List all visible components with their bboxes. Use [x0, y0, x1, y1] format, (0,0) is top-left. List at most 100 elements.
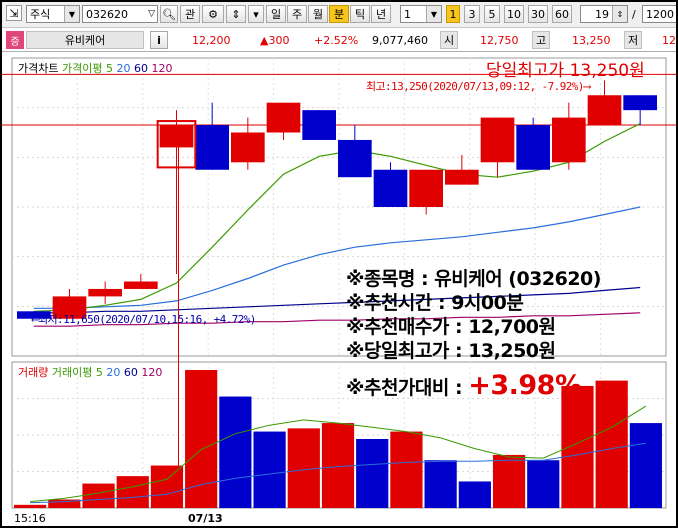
- market-value: 주식: [30, 8, 51, 21]
- volume-bar: [424, 460, 457, 508]
- candle-body: [338, 139, 372, 178]
- stock-icon[interactable]: ⇲: [6, 5, 22, 21]
- bar-count-value: 19: [595, 7, 609, 21]
- info-button[interactable]: i: [150, 31, 168, 49]
- legend-volume: 거래량: [18, 366, 49, 379]
- minute-5[interactable]: 5: [484, 5, 500, 23]
- volume-legend: 거래량 거래이평 5 20 60 120: [18, 364, 162, 380]
- overlay-return-label: ※추천가대비 :: [346, 377, 469, 399]
- legend-vma120: 120: [141, 366, 163, 379]
- chevron-down-icon[interactable]: ▼: [64, 6, 79, 22]
- overlay-stock-name: ※종목명 : 유비케어 (032620): [346, 268, 601, 290]
- stepper-button[interactable]: ⇕: [226, 5, 246, 23]
- quote-bar: 증 유비케어 i 12,200 ▲300 +2.52% 9,077,460 시 …: [2, 28, 676, 52]
- legend-ma120: 120: [151, 62, 173, 75]
- volume-bar: [253, 431, 286, 508]
- candle-body: [552, 117, 586, 163]
- tab-minute[interactable]: 분: [329, 5, 349, 23]
- low-price: 12: [662, 33, 676, 47]
- minute-3[interactable]: 3: [464, 5, 480, 23]
- info-icon: i: [157, 33, 161, 47]
- minute-1[interactable]: 1: [446, 5, 460, 23]
- chevron-down-icon[interactable]: ▼: [426, 6, 441, 22]
- candle-body: [195, 125, 229, 170]
- volume-bar: [219, 396, 252, 508]
- candle-body: [480, 117, 515, 163]
- price-legend: 가격차트 가격이평 5 20 60 120: [18, 60, 172, 76]
- low-marker: ⟵최저:11,650(2020/07/10,15:16, +4.72%): [32, 313, 256, 326]
- low-label-text: 저: [627, 34, 639, 47]
- minute-5-label: 5: [488, 7, 496, 21]
- chevron-down-icon[interactable]: ▽: [148, 9, 155, 19]
- tab-week[interactable]: 주: [287, 5, 307, 23]
- tab-week-label: 주: [291, 8, 303, 21]
- volume-bar: [116, 476, 149, 508]
- stock-name-value: 유비케어: [64, 34, 106, 47]
- price-change: ▲300: [260, 33, 290, 47]
- code-input[interactable]: 032620 ▽: [82, 5, 158, 23]
- watch-button[interactable]: 관: [180, 5, 200, 23]
- search-button[interactable]: 🔍︎: [160, 5, 178, 23]
- candle-body: [159, 125, 194, 148]
- x-label-time: 15:16: [14, 512, 46, 525]
- tab-month-label: 월: [312, 8, 324, 21]
- current-price: 12,200: [192, 33, 231, 47]
- minute-60[interactable]: 60: [552, 5, 572, 23]
- volume-bar: [561, 385, 594, 508]
- high-label: 고: [532, 31, 550, 49]
- total-value: 1200: [646, 7, 674, 21]
- watch-label: 관: [184, 8, 196, 21]
- candle-body: [587, 95, 622, 126]
- legend-ma5: 5: [105, 62, 113, 75]
- legend-price-ma: 가격이평: [61, 62, 103, 75]
- legend-volume-ma: 거래이평: [51, 366, 93, 379]
- legend-vma5: 5: [95, 366, 103, 379]
- tab-tick[interactable]: 틱: [350, 5, 370, 23]
- search-icon: 🔍︎: [162, 7, 176, 21]
- legend-ma20: 20: [116, 62, 131, 75]
- high-price: 13,250: [572, 33, 611, 47]
- market-select[interactable]: 주식 ▼: [26, 5, 80, 23]
- code-value: 032620: [86, 7, 128, 21]
- volume-bar: [82, 483, 115, 508]
- minute-10[interactable]: 10: [504, 5, 524, 23]
- overlay-recommend-time: ※추천시간 : 9시00분: [346, 292, 524, 314]
- tab-year[interactable]: 년: [371, 5, 391, 23]
- volume-bar: [150, 465, 184, 508]
- margin-badge-label: 증: [10, 36, 20, 48]
- candle-body: [302, 110, 336, 140]
- period-count-value: 1: [404, 7, 411, 21]
- tab-day-label: 일: [270, 8, 282, 21]
- legend-vma60: 60: [123, 366, 138, 379]
- open-label-text: 시: [443, 34, 455, 47]
- tab-tick-label: 틱: [354, 8, 366, 21]
- volume-bar: [390, 431, 423, 508]
- period-count-select[interactable]: 1 ▼: [400, 5, 442, 23]
- candle-body: [409, 169, 443, 207]
- minute-3-label: 3: [468, 7, 476, 21]
- high-label-text: 고: [535, 34, 547, 47]
- bar-count-separator: /: [632, 7, 636, 21]
- volume-bar: [287, 428, 320, 508]
- minute-1-label: 1: [449, 7, 457, 21]
- spinner-icon[interactable]: ⇕: [612, 6, 627, 22]
- chart-area[interactable]: 가격차트 가격이평 5 20 60 120 거래량 거래이평 5 20 60 1…: [2, 52, 676, 526]
- bar-count-input[interactable]: 19 ⇕: [580, 5, 628, 23]
- open-label: 시: [440, 31, 458, 49]
- volume-bar: [527, 460, 560, 508]
- settings-button[interactable]: ⚙: [202, 5, 224, 23]
- price-change-pct: +2.52%: [314, 33, 359, 47]
- tab-year-label: 년: [375, 8, 387, 21]
- legend-vma20: 20: [106, 366, 121, 379]
- candle-body: [445, 169, 479, 185]
- tab-day[interactable]: 일: [266, 5, 286, 23]
- tab-month[interactable]: 월: [308, 5, 328, 23]
- total-input[interactable]: 1200: [642, 5, 676, 23]
- high-marker: 최고:13,250(2020/07/13,09:12, -7.92%)⟶: [366, 80, 590, 93]
- gear-icon: ⚙: [208, 7, 218, 21]
- legend-price: 가격차트: [18, 62, 59, 75]
- minute-30[interactable]: 30: [528, 5, 548, 23]
- more-button[interactable]: ▾: [248, 5, 264, 23]
- minute-10-label: 10: [507, 7, 521, 21]
- chevron-down-icon: ▾: [253, 7, 259, 21]
